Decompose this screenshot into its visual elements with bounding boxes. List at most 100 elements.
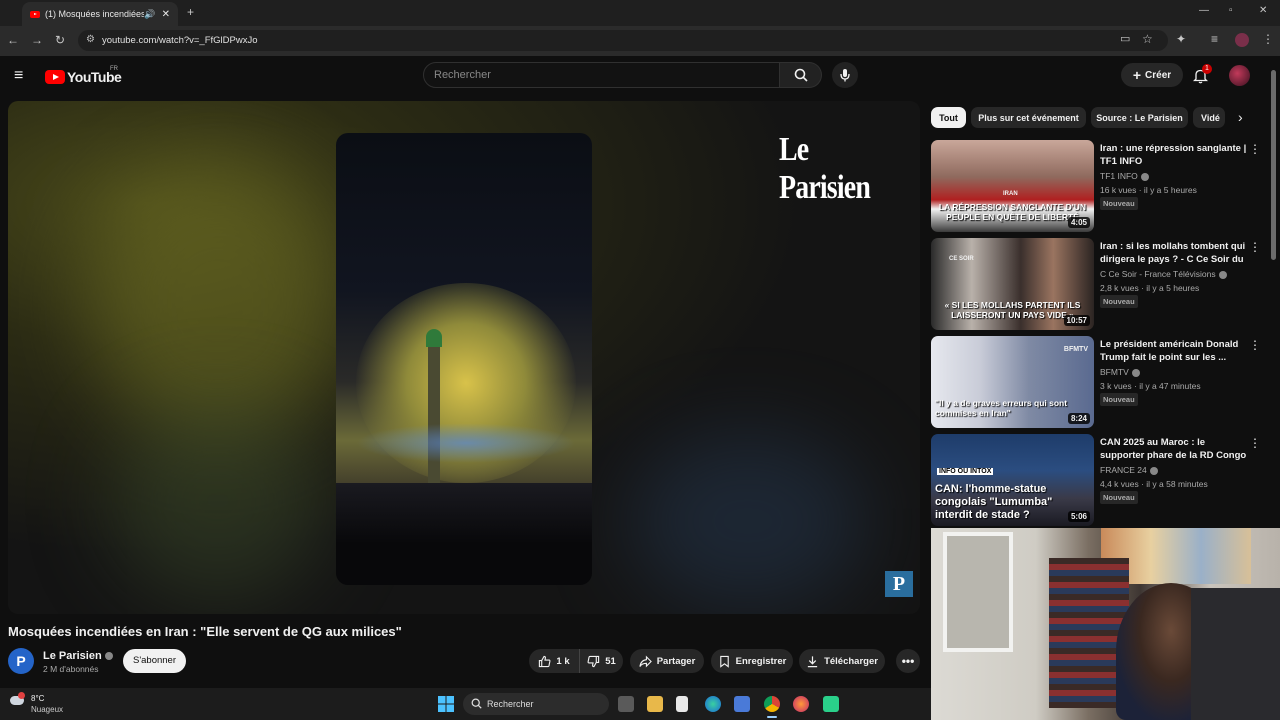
chrome-icon[interactable] — [764, 696, 780, 712]
channel-corner-badge[interactable]: P — [885, 571, 913, 597]
store-icon[interactable] — [734, 696, 750, 712]
chips-next-icon[interactable]: › — [1238, 109, 1243, 125]
duration-badge: 10:57 — [1063, 315, 1090, 326]
chrome-menu-icon[interactable]: ⋮ — [1262, 33, 1274, 45]
download-icon — [807, 655, 818, 667]
profile-icon[interactable] — [1235, 33, 1249, 47]
edge-icon[interactable] — [705, 696, 721, 712]
channel-avatar[interactable]: P — [8, 648, 34, 674]
like-button[interactable]: 1 k — [529, 649, 579, 673]
chip-more-event[interactable]: Plus sur cet événement — [971, 107, 1086, 128]
rec-meta: 16 k vues · il y a 5 heures — [1100, 185, 1197, 195]
recommendation-item[interactable]: CE SOIR « SI LES MOLLAHS PARTENT ILS LAI… — [931, 238, 1271, 332]
page-scrollbar[interactable] — [1271, 70, 1276, 260]
window-close-icon[interactable]: ✕ — [1259, 6, 1267, 16]
video-thumbnail[interactable]: CE SOIR « SI LES MOLLAHS PARTENT ILS LAI… — [931, 238, 1094, 330]
background-glow — [108, 401, 328, 601]
duration-badge: 5:06 — [1067, 511, 1090, 522]
rec-channel[interactable]: BFMTV — [1100, 367, 1140, 377]
video-thumbnail[interactable]: INFO OU INTOX CAN: l'homme-statue congol… — [931, 434, 1094, 526]
start-button[interactable] — [438, 696, 454, 712]
file-explorer-icon[interactable] — [647, 696, 663, 712]
cast-icon[interactable]: ▭ — [1120, 34, 1130, 45]
search-icon — [794, 68, 808, 82]
create-button[interactable]: + Créer — [1121, 63, 1183, 87]
taskbar-search[interactable]: Rechercher — [463, 693, 609, 715]
youtube-header: ≡ YouTube FR Rechercher + Créer 1 — [0, 56, 1280, 100]
video-thumbnail[interactable]: IRAN LA RÉPRESSION SANGLANTE D'UN PEUPLE… — [931, 140, 1094, 232]
more-vert-icon[interactable]: ⋮ — [1249, 240, 1261, 254]
rec-title[interactable]: Iran : une répression sanglante | TF1 IN… — [1100, 142, 1250, 168]
download-button[interactable]: Télécharger — [799, 649, 885, 673]
verified-icon — [1140, 172, 1149, 181]
firefox-icon[interactable] — [793, 696, 809, 712]
task-view-icon[interactable] — [618, 696, 634, 712]
recommendation-item[interactable]: IRAN LA RÉPRESSION SANGLANTE D'UN PEUPLE… — [931, 140, 1271, 234]
share-icon — [639, 655, 652, 667]
search-icon — [471, 698, 482, 709]
media-icon[interactable]: ≡ — [1211, 33, 1218, 45]
verified-icon — [1218, 270, 1227, 279]
more-horizontal-icon: ••• — [901, 654, 915, 668]
rec-channel[interactable]: TF1 INFO — [1100, 171, 1149, 181]
rec-title[interactable]: CAN 2025 au Maroc : le supporter phare d… — [1100, 436, 1250, 462]
chip-videos[interactable]: Vidé — [1193, 107, 1225, 128]
rec-channel[interactable]: C Ce Soir - France Télévisions — [1100, 269, 1227, 279]
notepad-icon[interactable] — [676, 696, 688, 712]
thumb-tag: CE SOIR — [949, 256, 974, 262]
rec-title[interactable]: Le président américain Donald Trump fait… — [1100, 338, 1250, 364]
like-count: 1 k — [556, 655, 570, 667]
rec-channel-name: TF1 INFO — [1100, 171, 1138, 181]
background-glow — [88, 161, 348, 441]
share-button[interactable]: Partager — [630, 649, 704, 673]
minaret-top — [426, 329, 442, 347]
chip-source[interactable]: Source : Le Parisien — [1091, 107, 1188, 128]
restore-icon[interactable]: ▫ — [1229, 6, 1233, 16]
chip-all[interactable]: Tout — [931, 107, 966, 128]
create-label: Créer — [1145, 69, 1172, 81]
channel-name[interactable]: Le Parisien — [43, 650, 113, 662]
active-app-indicator — [767, 716, 777, 718]
save-button[interactable]: Enregistrer — [711, 649, 793, 673]
rec-channel[interactable]: FRANCE 24 — [1100, 465, 1158, 475]
more-actions-button[interactable]: ••• — [896, 649, 920, 673]
site-info-icon[interactable]: ⚙ — [86, 34, 95, 45]
minimize-icon[interactable]: — — [1199, 6, 1209, 16]
video-player[interactable]: Le Parisien P — [8, 101, 920, 614]
notification-count-badge: 1 — [1202, 64, 1212, 74]
forward-icon[interactable]: → — [31, 34, 43, 46]
tab-close-icon[interactable]: ✕ — [162, 9, 170, 20]
account-avatar[interactable] — [1229, 65, 1250, 86]
rec-channel-name: FRANCE 24 — [1100, 465, 1147, 475]
hamburger-menu-icon[interactable]: ≡ — [14, 67, 23, 85]
more-vert-icon[interactable]: ⋮ — [1249, 338, 1261, 352]
thumb-tag: BFMTV — [1063, 346, 1088, 353]
dislike-button[interactable]: 51 — [579, 649, 623, 673]
video-title: Mosquées incendiées en Iran : "Elle serv… — [8, 624, 402, 639]
thumb-tag: IRAN — [1003, 191, 1018, 197]
speaker-icon[interactable]: 🔊 — [144, 9, 155, 20]
search-input[interactable]: Rechercher — [423, 62, 780, 88]
extensions-icon[interactable]: ✦ — [1176, 33, 1186, 45]
app-icon[interactable] — [823, 696, 839, 712]
rec-title[interactable]: Iran : si les mollahs tombent qui dirige… — [1100, 240, 1250, 266]
more-vert-icon[interactable]: ⋮ — [1249, 436, 1261, 450]
youtube-logo[interactable]: YouTube FR — [45, 66, 122, 85]
subscribe-button[interactable]: S'abonner — [123, 649, 186, 673]
recommendation-item[interactable]: INFO OU INTOX CAN: l'homme-statue congol… — [931, 434, 1271, 528]
video-thumbnail[interactable]: BFMTV "Il y a de graves erreurs qui sont… — [931, 336, 1094, 428]
back-icon[interactable]: ← — [7, 34, 19, 46]
region-code: FR — [110, 66, 118, 72]
new-tab-icon[interactable]: + — [187, 6, 194, 18]
search-button[interactable] — [780, 62, 822, 88]
bookmark-star-icon[interactable]: ☆ — [1142, 33, 1153, 45]
weather-widget[interactable]: 8°C Nuageux — [10, 692, 80, 716]
download-label: Télécharger — [824, 655, 878, 667]
voice-search-button[interactable] — [832, 62, 858, 88]
address-bar[interactable]: ⚙ youtube.com/watch?v=_FfGlDPwxJo — [78, 30, 1168, 51]
reload-icon[interactable]: ↻ — [55, 34, 65, 46]
more-vert-icon[interactable]: ⋮ — [1249, 142, 1261, 156]
share-label: Partager — [656, 655, 696, 667]
recommendation-item[interactable]: BFMTV "Il y a de graves erreurs qui sont… — [931, 336, 1271, 430]
browser-tab[interactable]: (1) Mosquées incendiées en 🔊 ✕ — [22, 2, 178, 26]
